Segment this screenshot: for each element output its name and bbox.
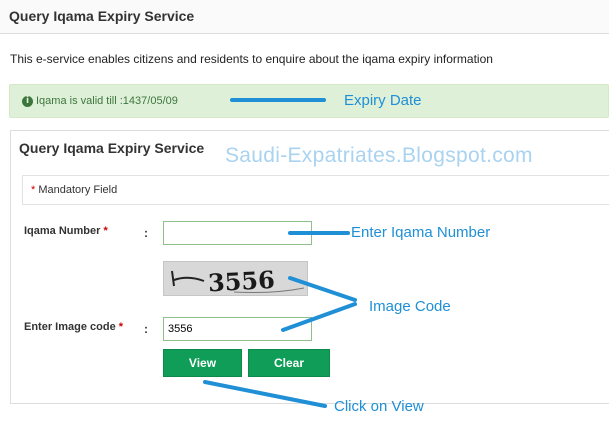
enter-iqama-annotation: Enter Iqama Number [351,224,491,241]
image-code-annotation: Image Code [369,298,451,315]
click-view-annotation: Click on View [334,398,424,415]
image-code-arrow [281,302,357,332]
captcha-arrow [288,276,357,302]
view-arrow [203,380,327,408]
annotation-arrows [203,98,357,408]
expiry-date-annotation: Expiry Date [344,92,422,109]
